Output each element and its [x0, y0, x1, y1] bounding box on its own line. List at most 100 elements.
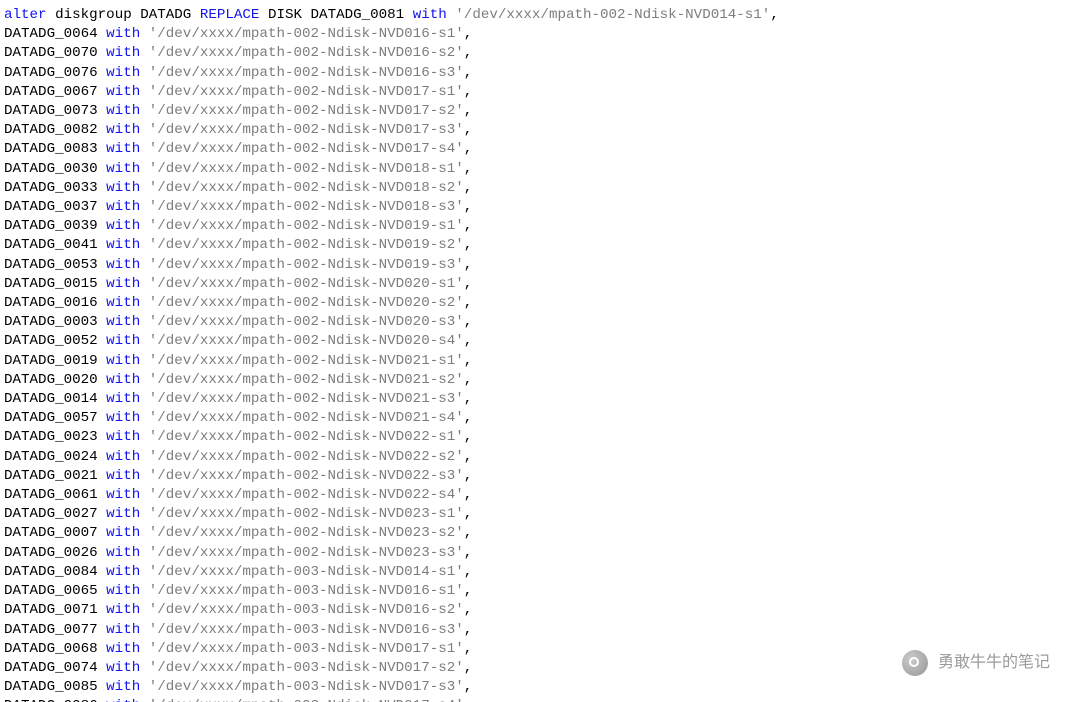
disk-name: DATADG_0083 — [4, 141, 98, 157]
comma: , — [464, 218, 473, 234]
kw-with: with — [106, 564, 140, 580]
disk-name: DATADG_0077 — [4, 622, 98, 638]
device-path: '/dev/xxxx/mpath-002-Ndisk-NVD016-s1' — [149, 26, 464, 42]
device-path: '/dev/xxxx/mpath-002-Ndisk-NVD020-s4' — [149, 333, 464, 349]
comma: , — [464, 276, 473, 292]
kw-disk: DISK — [268, 7, 302, 23]
device-path: '/dev/xxxx/mpath-002-Ndisk-NVD017-s1' — [149, 84, 464, 100]
comma: , — [464, 333, 473, 349]
sql-line: DATADG_0024 with '/dev/xxxx/mpath-002-Nd… — [4, 448, 1076, 467]
device-path: '/dev/xxxx/mpath-002-Ndisk-NVD023-s3' — [149, 545, 464, 561]
kw-with: with — [106, 257, 140, 273]
sql-line: DATADG_0014 with '/dev/xxxx/mpath-002-Nd… — [4, 390, 1076, 409]
sql-line: DATADG_0019 with '/dev/xxxx/mpath-002-Nd… — [4, 352, 1076, 371]
sql-line: DATADG_0085 with '/dev/xxxx/mpath-003-Nd… — [4, 678, 1076, 697]
comma: , — [464, 122, 473, 138]
device-path: '/dev/xxxx/mpath-003-Ndisk-NVD017-s2' — [149, 660, 464, 676]
comma: , — [464, 583, 473, 599]
disk-name: DATADG_0020 — [4, 372, 98, 388]
disk-name: DATADG_0026 — [4, 545, 98, 561]
disk-name: DATADG_0068 — [4, 641, 98, 657]
kw-with: with — [106, 65, 140, 81]
device-path: '/dev/xxxx/mpath-002-Ndisk-NVD020-s1' — [149, 276, 464, 292]
device-path: '/dev/xxxx/mpath-002-Ndisk-NVD018-s2' — [149, 180, 464, 196]
disk-name: DATADG_0061 — [4, 487, 98, 503]
kw-with: with — [106, 449, 140, 465]
kw-with: with — [106, 84, 140, 100]
device-path: '/dev/xxxx/mpath-002-Ndisk-NVD018-s3' — [149, 199, 464, 215]
device-path: '/dev/xxxx/mpath-002-Ndisk-NVD023-s1' — [149, 506, 464, 522]
device-path: '/dev/xxxx/mpath-002-Ndisk-NVD016-s2' — [149, 45, 464, 61]
disk-name: DATADG_0076 — [4, 65, 98, 81]
sql-line: DATADG_0076 with '/dev/xxxx/mpath-002-Nd… — [4, 64, 1076, 83]
kw-with: with — [106, 545, 140, 561]
disk-name: DATADG_0033 — [4, 180, 98, 196]
device-path: '/dev/xxxx/mpath-002-Ndisk-NVD019-s1' — [149, 218, 464, 234]
device-path: '/dev/xxxx/mpath-002-Ndisk-NVD021-s2' — [149, 372, 464, 388]
disk-name: DATADG_0074 — [4, 660, 98, 676]
comma: , — [464, 391, 473, 407]
device-path: '/dev/xxxx/mpath-002-Ndisk-NVD018-s1' — [149, 161, 464, 177]
sql-line: DATADG_0016 with '/dev/xxxx/mpath-002-Nd… — [4, 294, 1076, 313]
sql-line: DATADG_0027 with '/dev/xxxx/mpath-002-Nd… — [4, 505, 1076, 524]
comma: , — [464, 506, 473, 522]
kw-with: with — [106, 314, 140, 330]
sql-line: DATADG_0026 with '/dev/xxxx/mpath-002-Nd… — [4, 544, 1076, 563]
comma: , — [464, 314, 473, 330]
kw-with: with — [106, 679, 140, 695]
comma: , — [464, 372, 473, 388]
device-path: '/dev/xxxx/mpath-003-Ndisk-NVD017-s4' — [149, 698, 464, 702]
device-path: '/dev/xxxx/mpath-003-Ndisk-NVD014-s1' — [149, 564, 464, 580]
sql-line-header: alter diskgroup DATADG REPLACE DISK DATA… — [4, 6, 1076, 25]
kw-with: with — [106, 506, 140, 522]
device-path: '/dev/xxxx/mpath-003-Ndisk-NVD017-s1' — [149, 641, 464, 657]
sql-line: DATADG_0070 with '/dev/xxxx/mpath-002-Nd… — [4, 44, 1076, 63]
sql-line: DATADG_0082 with '/dev/xxxx/mpath-002-Nd… — [4, 121, 1076, 140]
kw-with: with — [106, 641, 140, 657]
comma: , — [464, 141, 473, 157]
sql-line: DATADG_0052 with '/dev/xxxx/mpath-002-Nd… — [4, 332, 1076, 351]
wechat-watermark: 勇敢牛牛的笔记 — [902, 650, 1050, 676]
sql-line: DATADG_0041 with '/dev/xxxx/mpath-002-Nd… — [4, 236, 1076, 255]
disk-name: DATADG_0019 — [4, 353, 98, 369]
sql-line: DATADG_0021 with '/dev/xxxx/mpath-002-Nd… — [4, 467, 1076, 486]
comma: , — [464, 257, 473, 273]
kw-with: with — [106, 218, 140, 234]
comma: , — [464, 468, 473, 484]
disk-name: DATADG_0041 — [4, 237, 98, 253]
disk-name: DATADG_0082 — [4, 122, 98, 138]
disk-name: DATADG_0014 — [4, 391, 98, 407]
disk-name: DATADG_0007 — [4, 525, 98, 541]
device-path: '/dev/xxxx/mpath-002-Ndisk-NVD019-s3' — [149, 257, 464, 273]
comma: , — [464, 84, 473, 100]
device-path: '/dev/xxxx/mpath-002-Ndisk-NVD020-s2' — [149, 295, 464, 311]
device-path: '/dev/xxxx/mpath-003-Ndisk-NVD017-s3' — [149, 679, 464, 695]
device-path: '/dev/xxxx/mpath-002-Ndisk-NVD021-s3' — [149, 391, 464, 407]
kw-with: with — [106, 525, 140, 541]
disk-name: DATADG_0073 — [4, 103, 98, 119]
kw-with: with — [106, 698, 140, 702]
comma: , — [464, 237, 473, 253]
comma: , — [770, 7, 779, 23]
device-path: '/dev/xxxx/mpath-003-Ndisk-NVD016-s2' — [149, 602, 464, 618]
kw-with: with — [106, 161, 140, 177]
kw-replace: REPLACE — [200, 7, 260, 23]
comma: , — [464, 641, 473, 657]
device-path: '/dev/xxxx/mpath-002-Ndisk-NVD017-s2' — [149, 103, 464, 119]
kw-with: with — [106, 372, 140, 388]
device-path: '/dev/xxxx/mpath-002-Ndisk-NVD017-s3' — [149, 122, 464, 138]
disk-name: DATADG_0027 — [4, 506, 98, 522]
comma: , — [464, 65, 473, 81]
disk-name: DATADG_0070 — [4, 45, 98, 61]
disk-name: DATADG_0053 — [4, 257, 98, 273]
disk-name: DATADG_0016 — [4, 295, 98, 311]
sql-code-block: alter diskgroup DATADG REPLACE DISK DATA… — [0, 0, 1080, 702]
sql-line: DATADG_0067 with '/dev/xxxx/mpath-002-Nd… — [4, 83, 1076, 102]
disk-name: DATADG_0039 — [4, 218, 98, 234]
kw-with: with — [106, 122, 140, 138]
disk-name: DATADG_0052 — [4, 333, 98, 349]
watermark-text: 勇敢牛牛的笔记 — [938, 653, 1050, 672]
comma: , — [464, 545, 473, 561]
sql-line: DATADG_0086 with '/dev/xxxx/mpath-003-Nd… — [4, 697, 1076, 702]
disk-name: DATADG_0085 — [4, 679, 98, 695]
